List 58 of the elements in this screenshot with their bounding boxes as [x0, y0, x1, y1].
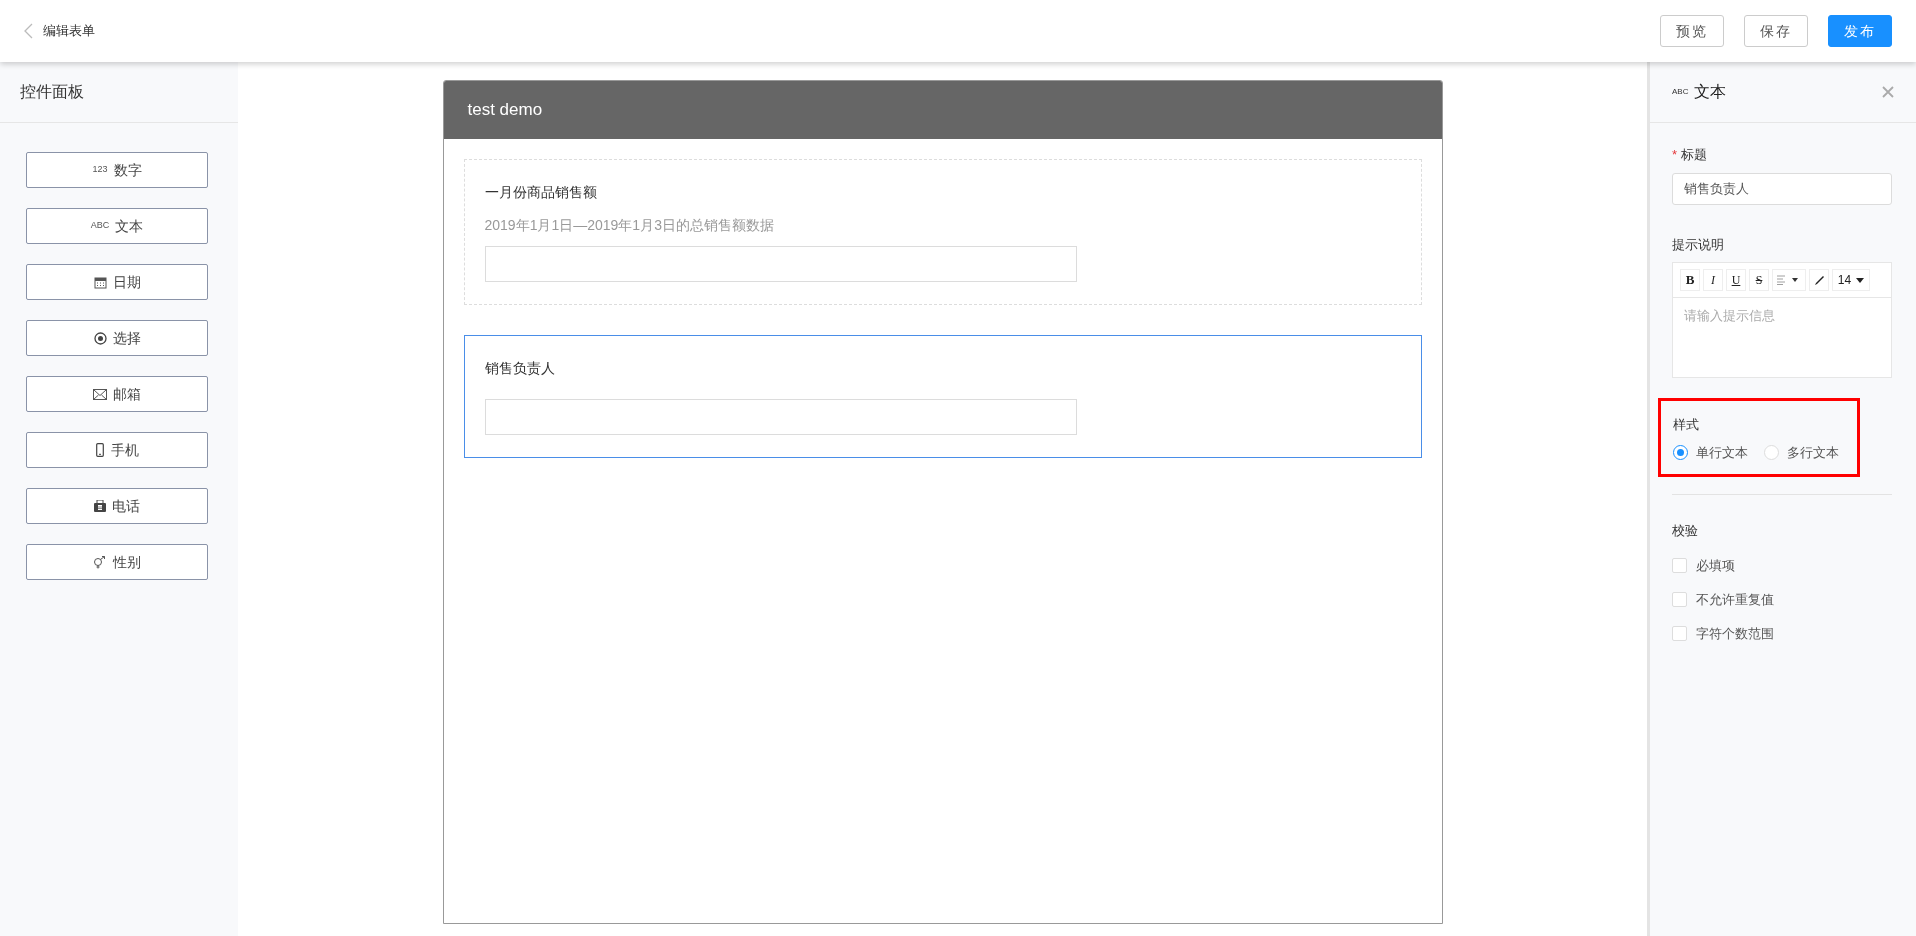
form-field-card[interactable]: 一月份商品销售额 2019年1月1日—2019年1月3日的总销售额数据: [463, 159, 1422, 305]
control-button[interactable]: 日期: [26, 264, 208, 300]
form-field-card[interactable]: 销售负责人: [463, 335, 1422, 458]
text-icon: ABC: [90, 219, 110, 233]
checkbox-option[interactable]: 必填项: [1672, 548, 1894, 583]
hint-textarea[interactable]: 请输入提示信息: [1672, 298, 1892, 378]
editor-align-button[interactable]: [1772, 269, 1806, 291]
back-chevron-icon: [24, 23, 33, 39]
checkbox[interactable]: [1672, 558, 1687, 573]
field-label: 一月份商品销售额: [484, 183, 598, 202]
number-icon: 123: [92, 163, 108, 177]
editor-pen-button[interactable]: [1809, 269, 1829, 291]
panel-title: 文本: [1694, 82, 1728, 102]
checkbox[interactable]: [1672, 592, 1687, 607]
checkbox-option[interactable]: 不允许重复值: [1672, 582, 1894, 617]
control-button[interactable]: 邮箱: [26, 376, 208, 412]
title-input[interactable]: 销售负责人: [1672, 172, 1892, 205]
input-field[interactable]: [484, 246, 1077, 282]
field-label: 销售负责人: [484, 359, 556, 378]
radio-option[interactable]: 多行文本: [1764, 442, 1839, 462]
toolbar-button[interactable]: 保存: [1744, 15, 1808, 47]
field-label: 提示说明: [1672, 235, 1725, 254]
checkbox-option[interactable]: 字符个数范围: [1672, 616, 1894, 651]
align-icon: [1777, 275, 1801, 285]
control-button[interactable]: 选择: [26, 320, 208, 356]
field-label: 校验: [1672, 522, 1699, 540]
field-hint: 2019年1月1日—2019年1月3日的总销售额数据: [484, 216, 775, 235]
fax-icon: [94, 500, 106, 512]
checkbox[interactable]: [1672, 626, 1687, 641]
close-icon: [1882, 86, 1894, 98]
editor-strikethrough-button[interactable]: S: [1749, 269, 1769, 291]
panel-title: 控件面板: [0, 62, 238, 123]
envelope-icon: [93, 388, 107, 400]
phone-icon: [95, 443, 104, 457]
radio-button[interactable]: [1673, 444, 1688, 460]
pen-icon: [1813, 274, 1825, 286]
page-title: 编辑表单: [43, 22, 95, 41]
calendar-icon: [93, 275, 107, 289]
input-field[interactable]: [484, 399, 1077, 435]
gender-icon: [93, 555, 107, 569]
editor-underline-button[interactable]: U: [1726, 269, 1746, 291]
text-icon: ABC: [1672, 86, 1689, 98]
control-button[interactable]: 电话: [26, 488, 208, 524]
field-label: 样式: [1673, 416, 1700, 434]
control-button[interactable]: 手机: [26, 432, 208, 468]
toolbar-button[interactable]: 预览: [1660, 15, 1724, 47]
editor-italic-button[interactable]: I: [1703, 269, 1723, 291]
control-button[interactable]: 性别: [26, 544, 208, 580]
required-asterisk: *: [1672, 146, 1678, 164]
editor-bold-button[interactable]: B: [1680, 269, 1700, 291]
field-label: 标题: [1681, 146, 1708, 164]
form-title: test demo: [443, 81, 1442, 139]
radio-option[interactable]: 单行文本: [1673, 442, 1748, 462]
radio-icon: [93, 331, 107, 345]
editor-font-size-button[interactable]: 14: [1832, 269, 1870, 291]
caret-icon: [1856, 277, 1865, 283]
control-button[interactable]: 123 数字: [26, 152, 208, 188]
control-button[interactable]: ABC 文本: [26, 208, 208, 244]
